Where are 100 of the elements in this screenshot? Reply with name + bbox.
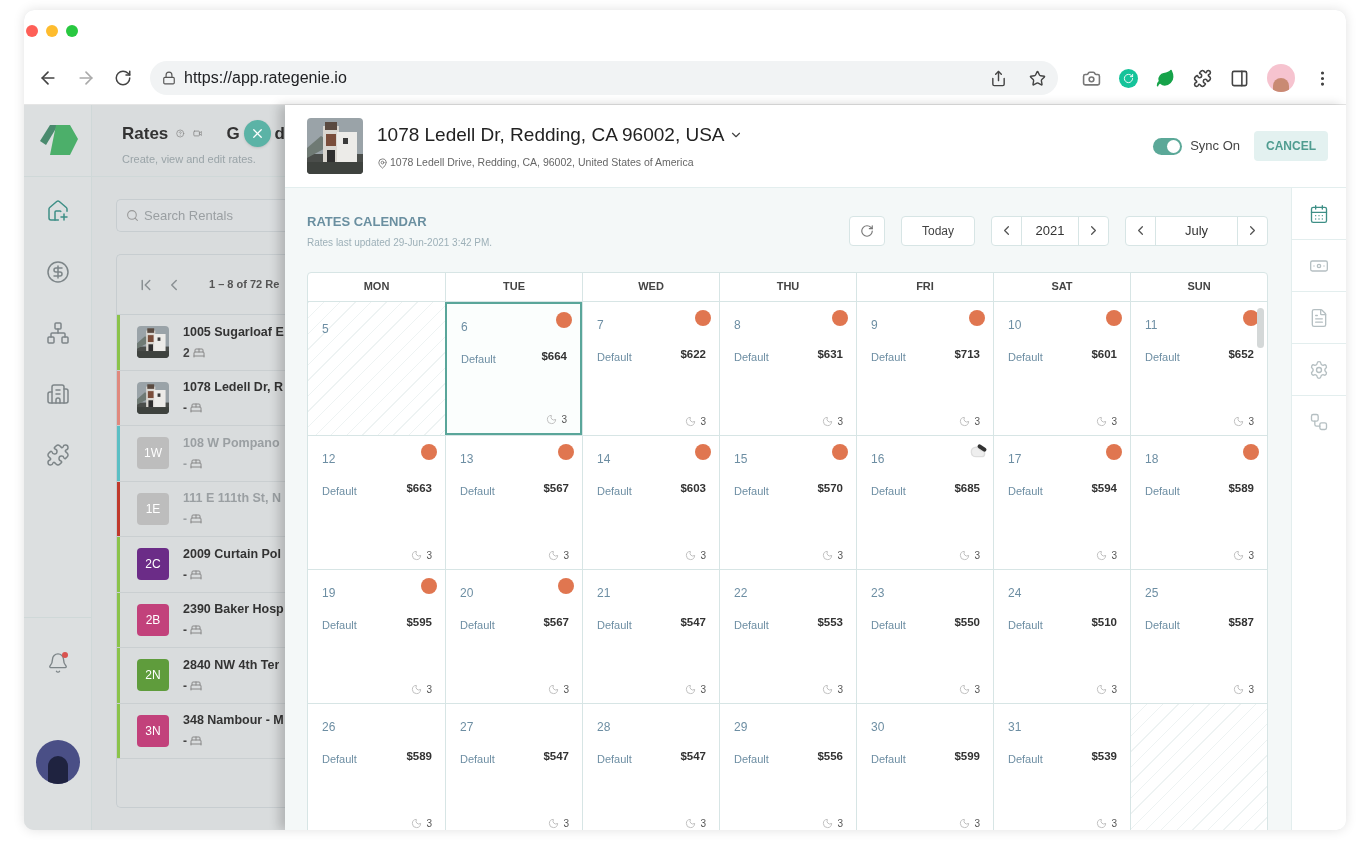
day-cell[interactable]: 26 Default $589 3 <box>308 703 445 830</box>
minimum-nights: 3 <box>700 682 706 697</box>
day-cell[interactable]: 16 Default $685 3 <box>856 435 993 569</box>
bedroom-count: - <box>183 566 187 584</box>
moon-icon <box>411 549 423 561</box>
minimum-nights: 3 <box>426 816 432 830</box>
day-cell[interactable]: 22 Default $553 3 <box>719 569 856 703</box>
rate-price: $539 <box>1091 748 1117 764</box>
moon-icon <box>1096 683 1108 695</box>
leaf-icon[interactable] <box>1156 68 1175 88</box>
weekday-header: TUE <box>503 279 525 295</box>
day-cell[interactable]: 17 Default $594 3 <box>993 435 1130 569</box>
bookmark-star-icon[interactable] <box>1029 69 1046 87</box>
network-icon[interactable] <box>45 321 70 345</box>
settings-icon[interactable] <box>1309 359 1329 380</box>
day-cell[interactable]: 29 Default $556 3 <box>719 703 856 830</box>
bed-icon <box>190 679 202 692</box>
day-cell[interactable]: 9 Default $713 3 <box>856 301 993 435</box>
sync-toggle[interactable] <box>1153 137 1183 155</box>
initials-badge: 2B <box>137 603 169 636</box>
today-button[interactable]: Today <box>901 215 975 246</box>
workflow-icon[interactable] <box>1309 412 1329 432</box>
day-cell[interactable]: 12 Default $663 3 <box>308 435 445 569</box>
rate-label: Default <box>460 483 495 499</box>
day-cell[interactable]: 30 Default $599 3 <box>856 703 993 830</box>
scrollbar-thumb[interactable] <box>1257 307 1264 348</box>
side-panel-icon[interactable] <box>1230 68 1249 88</box>
day-cell[interactable]: 10 Default $601 3 <box>993 301 1130 435</box>
day-cell[interactable]: 13 Default $567 3 <box>445 435 582 569</box>
rental-row[interactable]: 1078 Ledell Dr, R - <box>117 370 285 426</box>
year-picker[interactable]: 2021 <box>991 215 1109 246</box>
bedroom-count: - <box>183 677 187 695</box>
bedroom-count: - <box>183 733 187 751</box>
rental-row[interactable]: 1005 Sugarloaf E 2 <box>117 315 285 371</box>
rate-label: Default <box>460 617 495 633</box>
bedroom-count: - <box>183 511 187 529</box>
rate-price: $631 <box>817 346 843 362</box>
pagination-range: 1 – 8 of 72 Re <box>209 277 280 293</box>
rental-row[interactable]: 2N 2840 NW 4th Ter - <box>117 648 285 704</box>
rate-label: Default <box>597 483 632 499</box>
rate-label: Default <box>734 483 769 499</box>
day-cell[interactable]: 21 Default $547 3 <box>582 569 719 703</box>
minimum-nights: 3 <box>974 816 980 830</box>
day-cell[interactable]: 28 Default $547 3 <box>582 703 719 830</box>
user-avatar[interactable] <box>35 740 80 784</box>
month-picker[interactable]: July <box>1125 215 1268 246</box>
rental-title: 1005 Sugarloaf E <box>183 323 284 341</box>
day-number: 29 <box>734 718 749 736</box>
minimum-nights: 3 <box>974 414 980 429</box>
profile-avatar[interactable] <box>1267 64 1295 92</box>
refresh-button[interactable] <box>849 215 885 246</box>
day-cell[interactable]: 20 Default $567 3 <box>445 569 582 703</box>
rate-label: Default <box>1008 349 1043 365</box>
day-cell[interactable]: 18 Default $589 3 <box>1130 435 1267 569</box>
rental-row[interactable]: 3N 348 Nambour - M - <box>117 703 285 759</box>
rate-price: $567 <box>543 614 569 630</box>
close-button[interactable] <box>243 120 271 148</box>
weekday-header: WED <box>638 279 664 295</box>
rate-price: $550 <box>954 614 980 630</box>
day-cell[interactable]: 24 Default $510 3 <box>993 569 1130 703</box>
rate-price: $601 <box>1091 346 1117 362</box>
day-number: 26 <box>322 718 337 736</box>
rate-price: $510 <box>1091 614 1117 630</box>
rate-label: Default <box>1145 483 1180 499</box>
document-icon[interactable] <box>1309 307 1329 328</box>
day-cell[interactable]: 7 Default $622 3 <box>582 301 719 435</box>
rental-row[interactable]: 2C 2009 Curtain Pol - <box>117 537 285 593</box>
rate-label: Default <box>1008 483 1043 499</box>
puzzle-icon[interactable] <box>45 443 70 467</box>
notifications-bell-icon[interactable] <box>46 652 69 674</box>
day-cell[interactable]: 8 Default $631 3 <box>719 301 856 435</box>
share-icon[interactable] <box>990 69 1007 87</box>
rental-row[interactable]: 2B 2390 Baker Hosp - <box>117 592 285 648</box>
day-cell[interactable]: 23 Default $550 3 <box>856 569 993 703</box>
moon-icon <box>548 683 560 695</box>
day-number: 15 <box>734 450 749 468</box>
day-cell[interactable]: 15 Default $570 3 <box>719 435 856 569</box>
rate-label: Default <box>597 617 632 633</box>
day-cell[interactable]: 6 Default $664 3 <box>445 301 582 435</box>
calendar-icon[interactable] <box>1309 203 1329 224</box>
buildings-icon[interactable] <box>45 382 70 406</box>
minimum-nights: 3 <box>700 414 706 429</box>
refresh-icon[interactable] <box>860 223 874 238</box>
day-cell[interactable]: 14 Default $603 3 <box>582 435 719 569</box>
rate-price: $547 <box>680 748 706 764</box>
search-field[interactable]: Search Rentals <box>116 199 285 232</box>
rental-title: 2009 Curtain Pol <box>183 545 281 563</box>
day-cell[interactable]: 19 Default $595 3 <box>308 569 445 703</box>
rate-label: Default <box>734 617 769 633</box>
rate-price: $587 <box>1228 614 1254 630</box>
rate-price: $553 <box>817 614 843 630</box>
day-cell[interactable]: 27 Default $547 3 <box>445 703 582 830</box>
day-number: 5 <box>322 321 329 336</box>
address-bar[interactable]: https://app.rategenie.io <box>150 61 1058 95</box>
minimum-nights: 3 <box>1111 548 1117 563</box>
camera-icon[interactable] <box>1082 68 1101 88</box>
reload-icon[interactable] <box>114 69 132 87</box>
moon-icon <box>685 683 697 695</box>
extensions-icon[interactable] <box>1193 68 1212 88</box>
day-cell[interactable]: 25 Default $587 3 <box>1130 569 1267 703</box>
